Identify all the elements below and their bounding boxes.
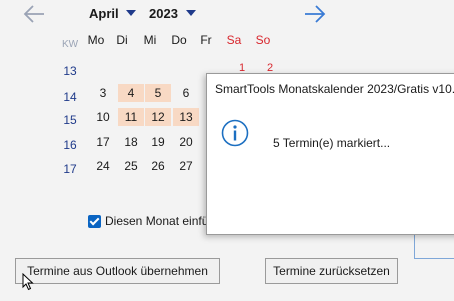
calendar-day[interactable]: 20 <box>173 133 199 151</box>
dialog-title: SmartTools Monatskalender 2023/Gratis v1… <box>215 82 454 96</box>
calendar-day[interactable]: 6 <box>173 84 199 102</box>
calendar-day[interactable]: 27 <box>173 157 199 175</box>
weekday-header: Mi <box>143 33 157 47</box>
mouse-cursor-icon <box>22 272 34 296</box>
calendar-day[interactable]: 26 <box>145 157 171 175</box>
week-number: 17 <box>63 162 77 176</box>
import-outlook-button[interactable]: Termine aus Outlook übernehmen <box>15 258 220 284</box>
month-select[interactable]: April <box>89 6 119 21</box>
calendar-week-header: KW <box>61 39 79 50</box>
week-number: 16 <box>63 138 77 152</box>
partial-button-edge <box>414 233 454 259</box>
previous-month-arrow-icon[interactable] <box>22 4 46 24</box>
calendar-day[interactable]: 25 <box>118 157 144 175</box>
calendar-day-marked[interactable]: 5 <box>145 84 171 102</box>
weekday-header-sunday: So <box>255 33 271 47</box>
info-icon <box>220 118 250 153</box>
weekday-header: Do <box>171 33 187 47</box>
calendar-day-marked[interactable]: 13 <box>173 108 199 126</box>
calendar-day[interactable]: 17 <box>90 133 116 151</box>
reset-appointments-button[interactable]: Termine zurücksetzen <box>265 258 398 284</box>
calendar-day[interactable]: 19 <box>145 133 171 151</box>
info-dialog[interactable]: SmartTools Monatskalender 2023/Gratis v1… <box>206 73 454 235</box>
dialog-message: 5 Termin(e) markiert... <box>273 136 391 150</box>
month-dropdown-chevron-icon[interactable] <box>126 10 136 16</box>
calendar-day[interactable]: 18 <box>118 133 144 151</box>
calendar-day[interactable]: 10 <box>90 108 116 126</box>
calendar-day[interactable]: 3 <box>90 84 116 102</box>
year-dropdown-chevron-icon[interactable] <box>186 10 196 16</box>
week-number: 14 <box>63 90 77 104</box>
weekday-header-saturday: Sa <box>226 33 242 47</box>
calendar-day-marked[interactable]: 12 <box>145 108 171 126</box>
weekday-header: Mo <box>87 33 105 47</box>
year-select[interactable]: 2023 <box>149 6 178 21</box>
weekday-header: Fr <box>200 33 212 47</box>
calendar-day-marked[interactable]: 11 <box>118 108 144 126</box>
this-month-checkbox-row[interactable]: Diesen Monat einfü <box>88 214 208 228</box>
next-month-arrow-icon[interactable] <box>303 4 327 24</box>
week-number: 13 <box>63 64 77 78</box>
weekday-header: Di <box>116 33 128 47</box>
week-number: 15 <box>63 113 77 127</box>
this-month-checkbox-label: Diesen Monat einfü <box>105 214 209 228</box>
calendar-day-marked[interactable]: 4 <box>118 84 144 102</box>
this-month-checkbox[interactable] <box>88 214 101 228</box>
calendar-day[interactable]: 24 <box>90 157 116 175</box>
